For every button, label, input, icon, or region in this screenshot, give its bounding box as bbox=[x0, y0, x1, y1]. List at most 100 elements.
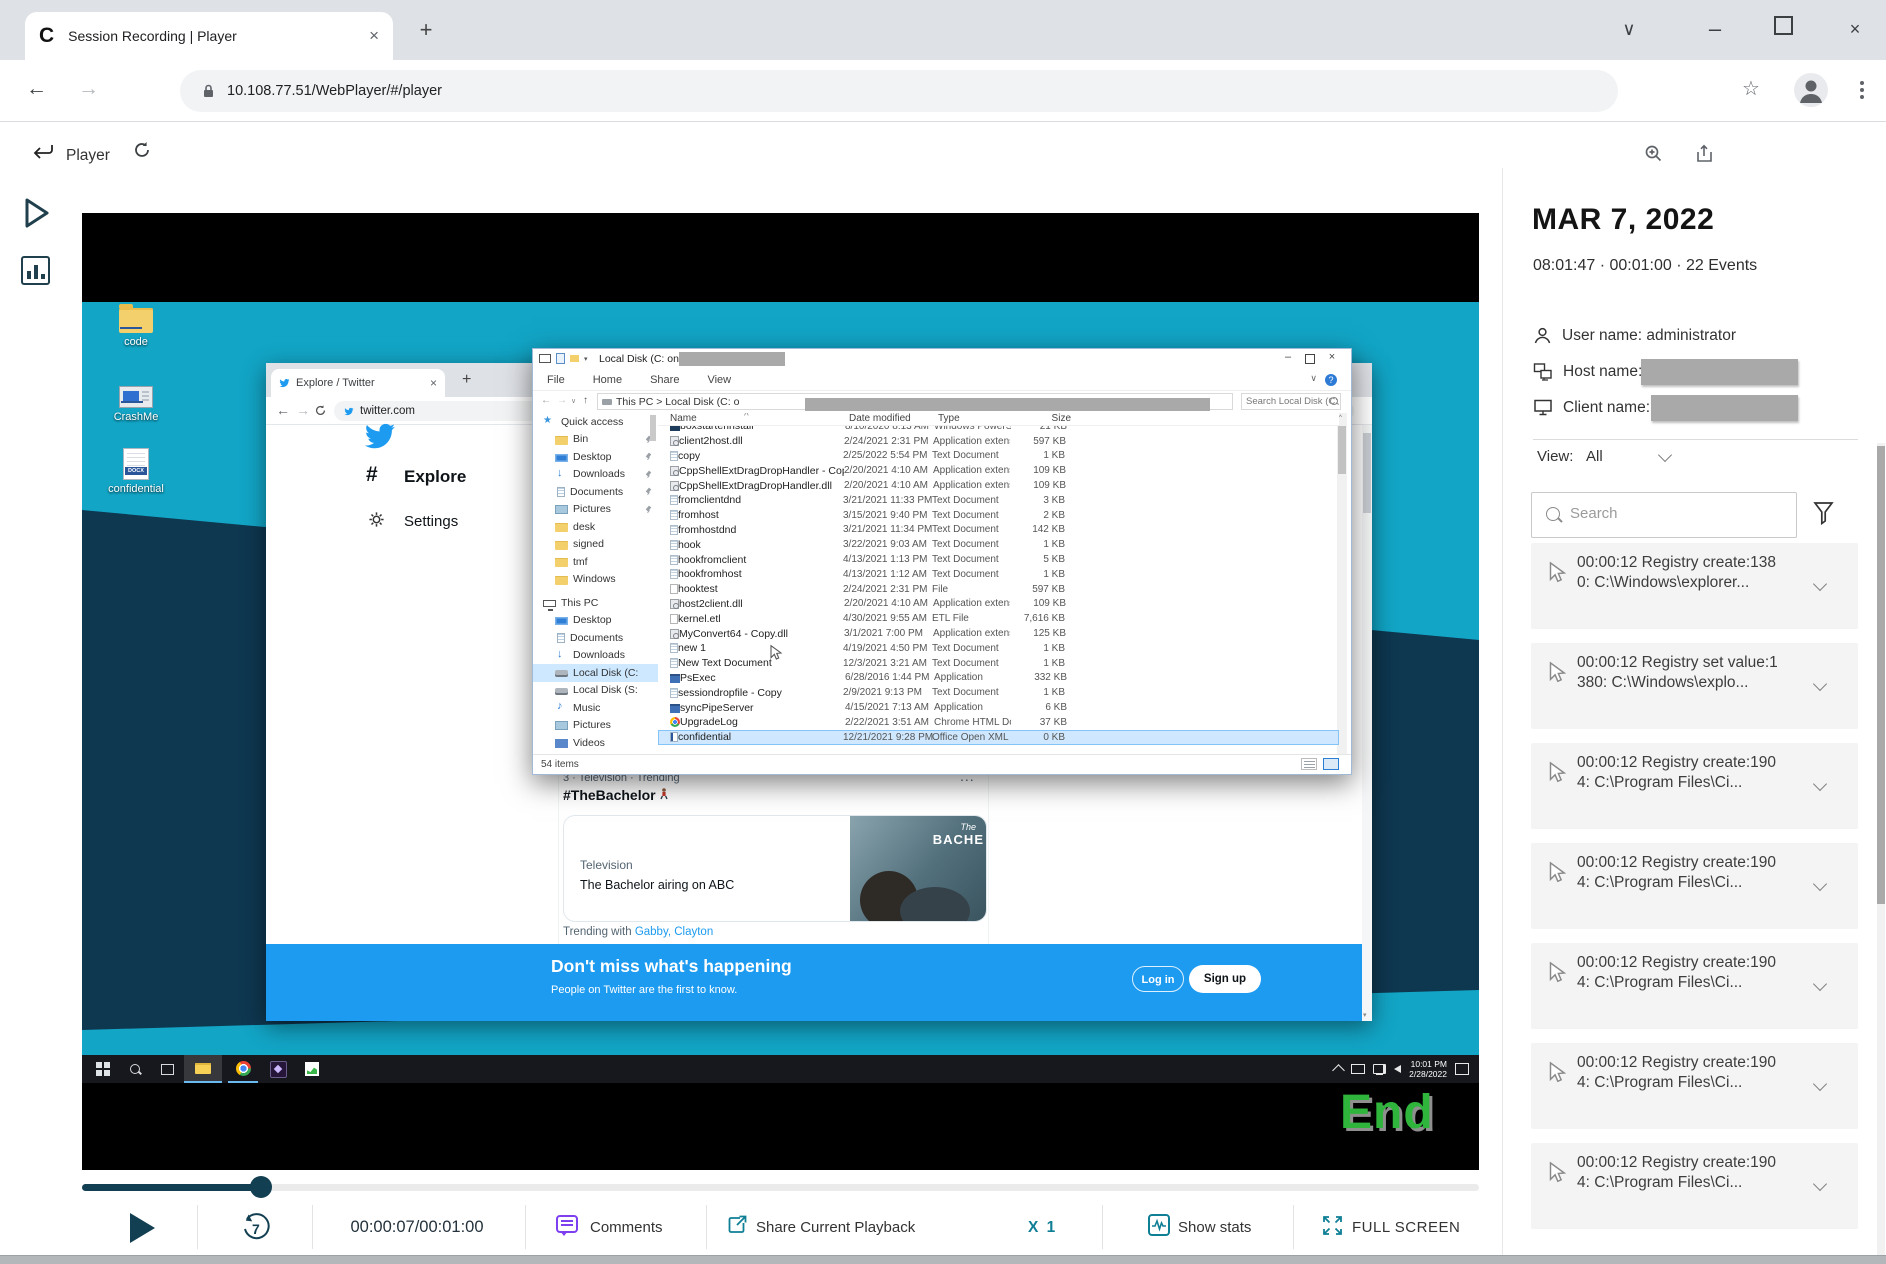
explorer-nav-item[interactable]: Bin bbox=[533, 431, 658, 449]
event-expand-chevron-icon[interactable] bbox=[1812, 1176, 1828, 1192]
explorer-titlebar[interactable]: ▾ Local Disk (C: on – × bbox=[533, 349, 1351, 369]
twitter-tab-close-icon[interactable]: × bbox=[430, 376, 437, 390]
taskbar-search-icon[interactable] bbox=[122, 1055, 148, 1083]
share-playback-button[interactable]: Share Current Playback bbox=[756, 1219, 915, 1236]
browser-tab[interactable]: C Session Recording | Player × bbox=[25, 12, 393, 60]
reload-icon[interactable] bbox=[132, 140, 152, 160]
explorer-maximize-icon[interactable] bbox=[1299, 354, 1321, 364]
explorer-nav-item[interactable]: desk bbox=[533, 518, 658, 536]
explorer-minimize-icon[interactable]: – bbox=[1277, 351, 1299, 363]
twitter-newtab-icon[interactable]: + bbox=[462, 371, 471, 389]
comments-button[interactable]: Comments bbox=[590, 1219, 663, 1236]
back-to-list-icon[interactable] bbox=[30, 142, 56, 164]
explorer-forward-icon[interactable]: → bbox=[557, 395, 567, 406]
twitter-back-icon[interactable]: ← bbox=[276, 402, 290, 418]
file-row[interactable]: CppShellExtDragDropHandler.dll 2/20/2021… bbox=[658, 478, 1339, 493]
event-expand-chevron-icon[interactable] bbox=[1812, 1076, 1828, 1092]
file-row[interactable]: syncPipeServer 4/15/2021 7:13 AM Applica… bbox=[658, 700, 1339, 715]
file-row[interactable]: UpgradeLog 2/22/2021 3:51 AM Chrome HTML… bbox=[658, 715, 1339, 730]
explorer-menu-item[interactable]: View bbox=[693, 369, 745, 390]
file-row[interactable]: hook 3/22/2021 9:03 AM Text Document 1 K… bbox=[658, 537, 1339, 552]
playback-speed-button[interactable]: X 1 bbox=[1028, 1219, 1057, 1237]
help-icon[interactable]: ? bbox=[1325, 374, 1337, 386]
desktop-icon[interactable]: DOCX confidential bbox=[94, 448, 178, 495]
explorer-nav-item[interactable]: tmf bbox=[533, 553, 658, 571]
explorer-menu-item[interactable]: File bbox=[533, 369, 579, 390]
quick-access-toolbar[interactable]: ▾ bbox=[539, 353, 588, 364]
file-row[interactable]: fromclientdnd 3/21/2021 11:33 PM Text Do… bbox=[658, 493, 1339, 508]
file-row[interactable]: hookfromclient 4/13/2021 1:13 PM Text Do… bbox=[658, 552, 1339, 567]
play-button[interactable] bbox=[130, 1213, 155, 1243]
qat-dropdown-icon[interactable]: ▾ bbox=[584, 355, 588, 363]
forward-icon[interactable]: → bbox=[78, 77, 99, 101]
up-icon[interactable]: ↑ bbox=[583, 395, 588, 406]
bookmark-star-icon[interactable]: ☆ bbox=[1742, 76, 1760, 101]
trend-card[interactable]: The BACHE Television The Bachelor airing… bbox=[563, 815, 987, 922]
twitter-nav-settings[interactable]: Settings bbox=[404, 513, 458, 530]
file-row[interactable]: hooktest 2/24/2021 2:31 PM File 597 KB bbox=[658, 582, 1339, 597]
column-name[interactable]: Name bbox=[670, 413, 849, 425]
explorer-nav-item[interactable]: This PC bbox=[533, 594, 658, 612]
thumbnail-view-icon[interactable] bbox=[1323, 758, 1339, 770]
column-type[interactable]: Type bbox=[938, 413, 1015, 425]
event-search-box[interactable]: Search bbox=[1531, 492, 1797, 538]
sidebar-activity-tab[interactable] bbox=[21, 256, 50, 285]
event-expand-chevron-icon[interactable] bbox=[1812, 976, 1828, 992]
file-row[interactable]: copy 2/25/2022 5:54 PM Text Document 1 K… bbox=[658, 449, 1339, 464]
window-maximize-button[interactable] bbox=[1774, 16, 1793, 35]
event-expand-chevron-icon[interactable] bbox=[1812, 876, 1828, 892]
sidebar-player-tab[interactable] bbox=[22, 196, 52, 230]
file-row[interactable]: client2host.dll 2/24/2021 2:31 PM Applic… bbox=[658, 434, 1339, 449]
zoom-icon[interactable] bbox=[1644, 144, 1663, 163]
explorer-nav-item[interactable]: Videos bbox=[533, 734, 658, 752]
rewind-7-button[interactable]: 7 bbox=[238, 1211, 272, 1245]
file-row[interactable]: fromhost 3/15/2021 9:40 PM Text Document… bbox=[658, 508, 1339, 523]
event-expand-chevron-icon[interactable] bbox=[1812, 576, 1828, 592]
new-tab-button[interactable]: + bbox=[412, 16, 440, 44]
event-item[interactable]: 00:00:12 Registry create:1904: C:\Progra… bbox=[1531, 943, 1858, 1029]
explorer-nav-item[interactable]: Pictures bbox=[533, 717, 658, 735]
desktop-icon[interactable]: code bbox=[94, 303, 178, 348]
column-size[interactable]: Size bbox=[1015, 413, 1071, 425]
scroll-thumb[interactable] bbox=[1338, 426, 1346, 474]
trend-hashtag[interactable]: #TheBachelor bbox=[563, 787, 669, 803]
file-row[interactable]: host2client.dll 2/20/2021 4:10 AM Applic… bbox=[658, 597, 1339, 612]
explorer-nav-item[interactable]: Downloads bbox=[533, 466, 658, 484]
signup-button[interactable]: Sign up bbox=[1189, 965, 1261, 993]
timeline-slider[interactable] bbox=[82, 1184, 1479, 1191]
explorer-menu-item[interactable]: Share bbox=[636, 369, 693, 390]
event-expand-chevron-icon[interactable] bbox=[1812, 776, 1828, 792]
window-minimize-button[interactable]: – bbox=[1700, 14, 1730, 44]
view-chevron-icon[interactable] bbox=[1657, 447, 1673, 463]
event-item[interactable]: 00:00:12 Registry create:1380: C:\Window… bbox=[1531, 543, 1858, 629]
address-field[interactable]: This PC > Local Disk (C: o bbox=[597, 393, 1233, 411]
explorer-nav-item[interactable]: Desktop bbox=[533, 612, 658, 630]
taskbar-clock[interactable]: 10:01 PM 2/28/2022 bbox=[1409, 1059, 1447, 1079]
desktop-icon[interactable]: CrashMe bbox=[94, 380, 178, 423]
history-dropdown-icon[interactable]: ∨ bbox=[571, 397, 576, 405]
twitter-scrollbar[interactable]: ▾ bbox=[1362, 425, 1372, 1021]
file-row[interactable]: new 1 4/19/2021 4:50 PM Text Document 1 … bbox=[658, 641, 1339, 656]
taskbar-explorer-icon[interactable] bbox=[184, 1055, 222, 1083]
tab-search-chevron-icon[interactable]: ∨ bbox=[1614, 14, 1644, 44]
explorer-nav-item[interactable]: Pictures bbox=[533, 501, 658, 519]
scroll-down-icon[interactable]: ▾ bbox=[1363, 1011, 1367, 1019]
explorer-nav-item[interactable]: Local Disk (C: on bbox=[533, 664, 658, 682]
taskbar-chrome-icon[interactable] bbox=[228, 1055, 258, 1083]
twitter-reload-icon[interactable] bbox=[314, 404, 327, 417]
details-view-icon[interactable] bbox=[1301, 758, 1317, 770]
event-expand-chevron-icon[interactable] bbox=[1812, 676, 1828, 692]
tray-chevron-icon[interactable] bbox=[1332, 1064, 1346, 1077]
scroll-thumb[interactable] bbox=[1363, 433, 1371, 513]
event-item[interactable]: 00:00:12 Registry create:1904: C:\Progra… bbox=[1531, 1143, 1858, 1229]
fullscreen-button[interactable]: FULL SCREEN bbox=[1352, 1219, 1460, 1236]
file-row[interactable]: MyConvert64 - Copy.dll 3/1/2021 7:00 PM … bbox=[658, 626, 1339, 641]
file-row[interactable]: New Text Document 12/3/2021 3:21 AM Text… bbox=[658, 656, 1339, 671]
twitter-tab[interactable]: Explore / Twitter × bbox=[271, 369, 445, 397]
taskbar-app-icon[interactable] bbox=[264, 1055, 292, 1083]
explorer-nav-item[interactable]: Local Disk (S: on bbox=[533, 682, 658, 700]
file-row[interactable]: confidential 12/21/2021 9:28 PM Office O… bbox=[658, 729, 1339, 745]
file-row[interactable]: sessiondropfile - Copy 2/9/2021 9:13 PM … bbox=[658, 685, 1339, 700]
profile-avatar[interactable] bbox=[1794, 73, 1828, 107]
event-item[interactable]: 00:00:12 Registry create:1904: C:\Progra… bbox=[1531, 743, 1858, 829]
